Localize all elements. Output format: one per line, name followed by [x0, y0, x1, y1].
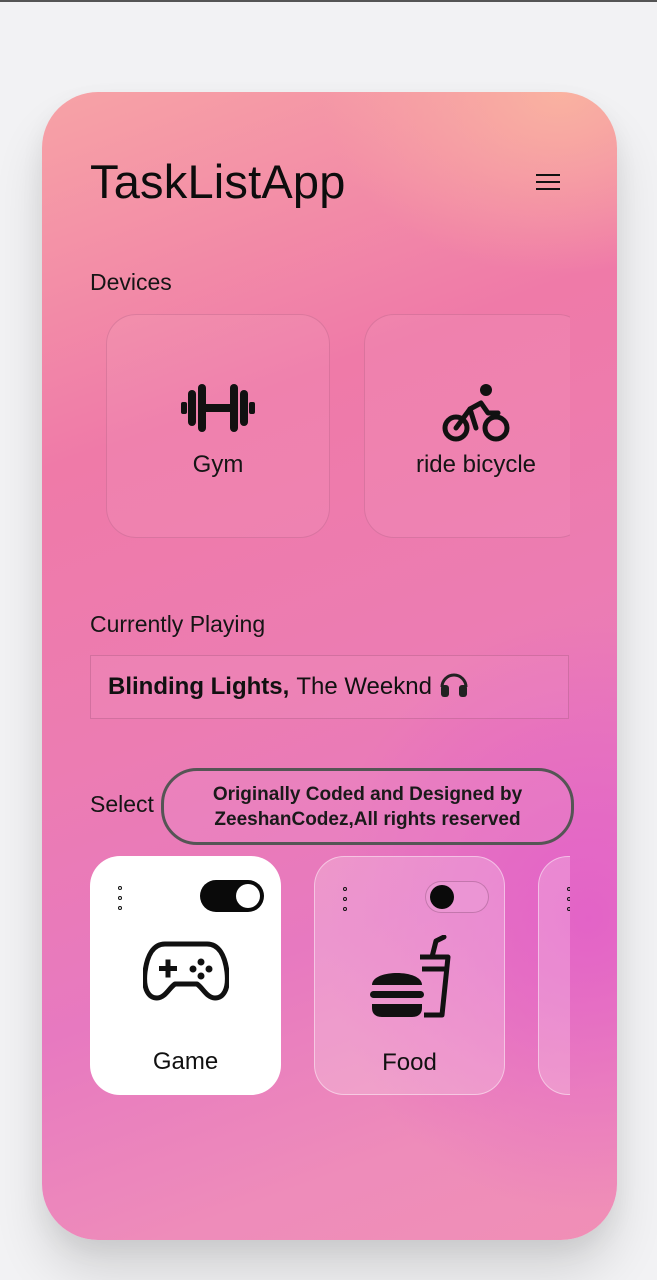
- select-card-next[interactable]: [538, 856, 570, 1095]
- select-card-label: Game: [152, 1048, 219, 1075]
- game-toggle[interactable]: [200, 880, 264, 912]
- more-options-icon[interactable]: [117, 886, 123, 910]
- select-card-game[interactable]: Game: [90, 856, 281, 1095]
- device-card-ride-bicycle[interactable]: ride bicycle: [364, 314, 570, 538]
- select-card-food[interactable]: Food: [314, 856, 505, 1095]
- more-options-icon[interactable]: [566, 887, 570, 911]
- more-options-icon[interactable]: [342, 887, 348, 911]
- credit-badge: Originally Coded and Designed by Zeeshan…: [161, 768, 574, 845]
- dumbbell-icon: [181, 384, 255, 432]
- device-card-gym[interactable]: Gym: [106, 314, 330, 538]
- select-card-label: Food: [382, 1049, 437, 1076]
- app-screen: TaskListApp Devices Gym ride bicycle Cur…: [42, 92, 617, 1240]
- currently-playing-heading: Currently Playing: [90, 611, 266, 637]
- device-label: ride bicycle: [415, 451, 537, 478]
- artist-name: The Weeknd: [296, 673, 432, 700]
- menu-icon: [536, 174, 560, 176]
- gamepad-icon: [142, 941, 229, 1001]
- now-playing-bar[interactable]: Blinding Lights, The Weeknd: [90, 655, 569, 719]
- select-list: Game Food: [90, 856, 570, 1098]
- devices-list: Gym ride bicycle: [90, 312, 570, 542]
- select-heading: Select: [90, 791, 154, 817]
- headphones-icon: [439, 670, 469, 705]
- menu-button[interactable]: [536, 170, 566, 194]
- device-label: Gym: [192, 451, 244, 478]
- song-title: Blinding Lights,: [108, 673, 290, 700]
- credit-line-2: ZeeshanCodez,All rights reserved: [214, 808, 521, 830]
- credit-line-1: Originally Coded and Designed by: [212, 783, 523, 805]
- bicycle-icon: [442, 384, 510, 442]
- top-border: [0, 0, 657, 2]
- food-toggle[interactable]: [425, 881, 489, 913]
- fastfood-icon: [369, 935, 450, 1018]
- app-title: TaskListApp: [90, 155, 346, 208]
- devices-heading: Devices: [90, 269, 172, 295]
